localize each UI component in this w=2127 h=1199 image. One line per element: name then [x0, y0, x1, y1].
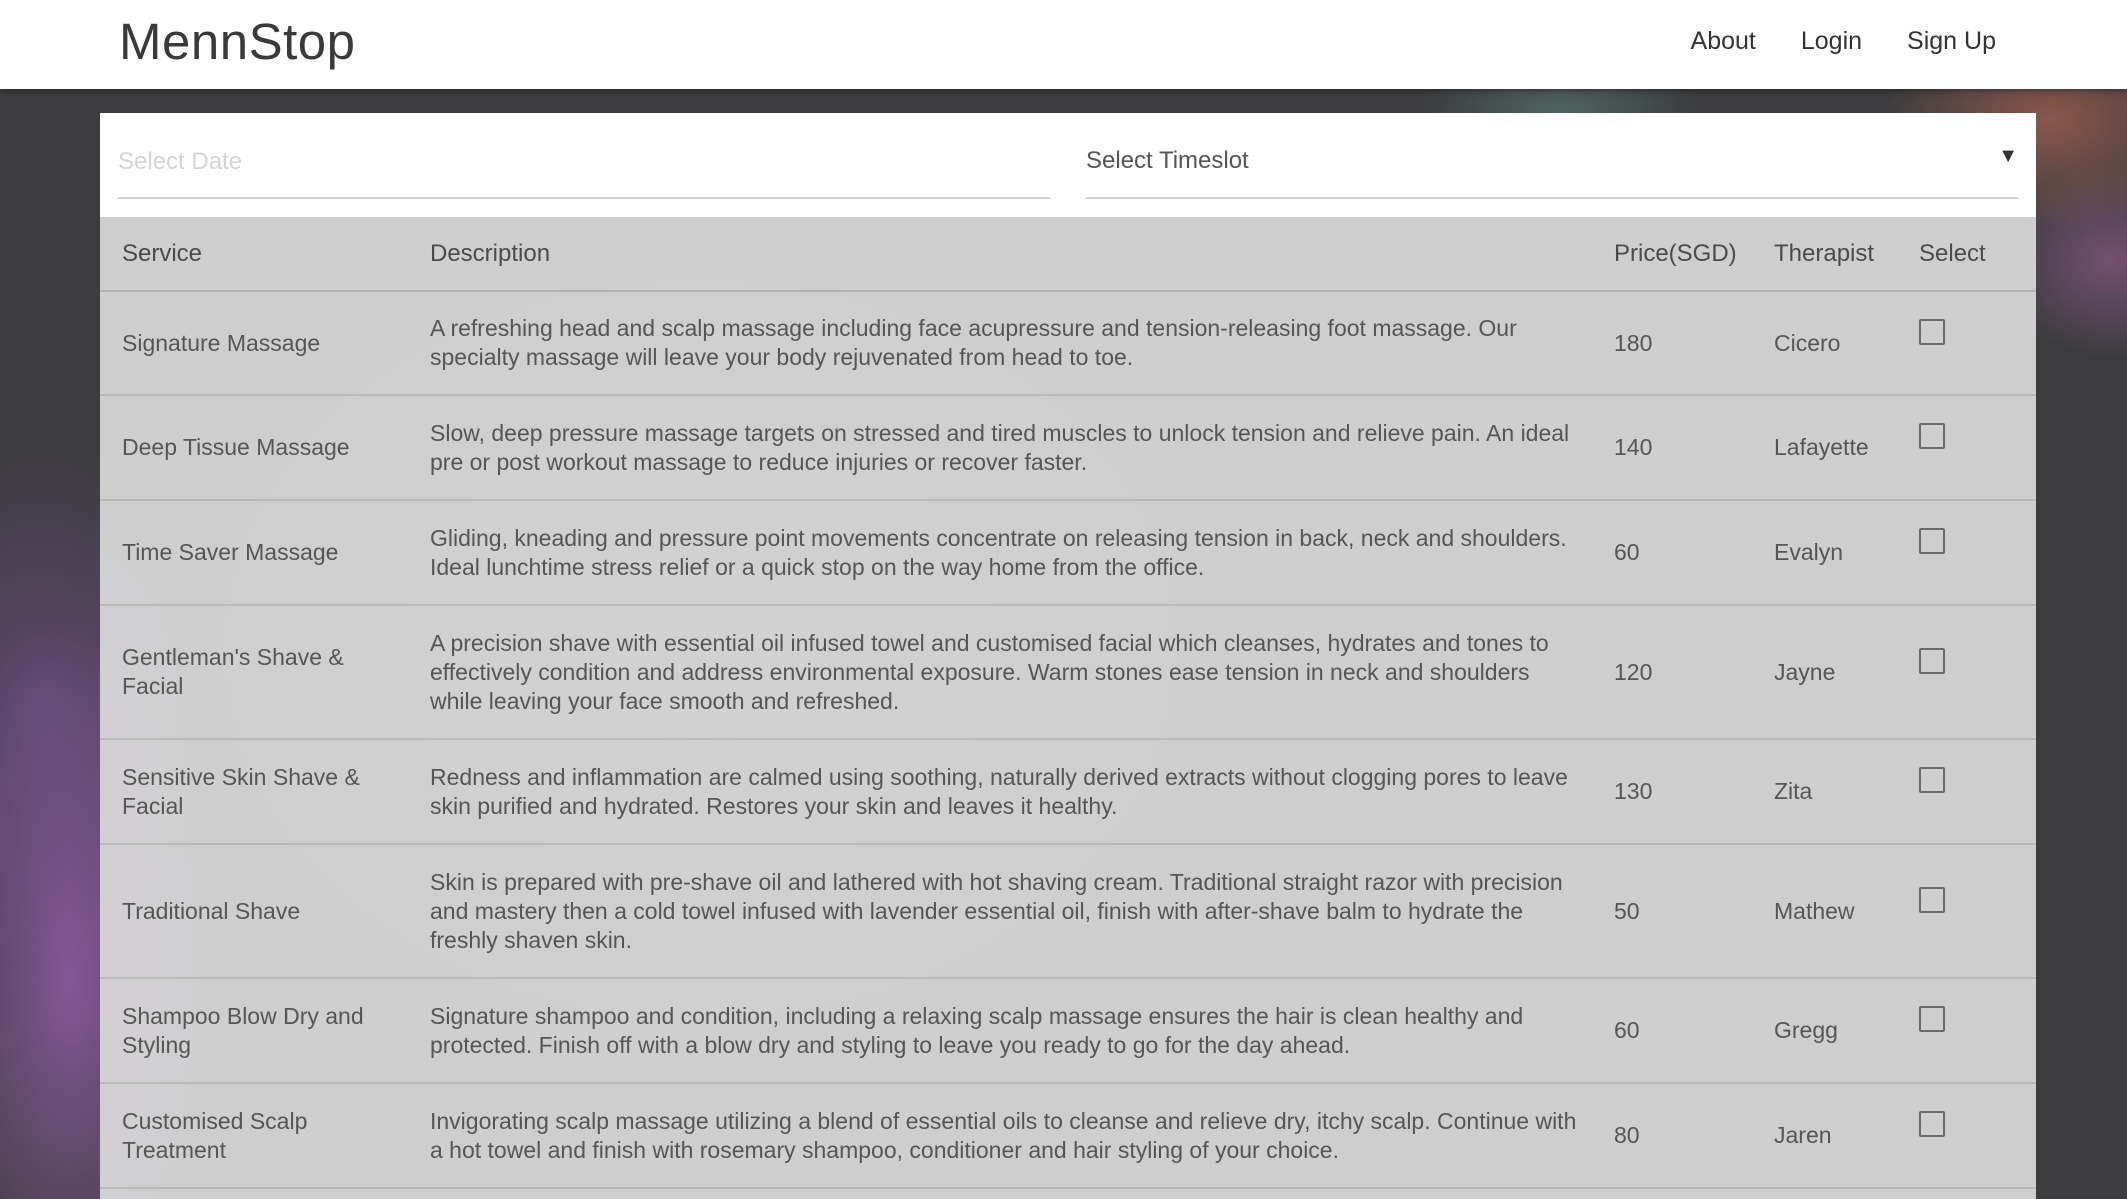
service-therapist: Zita: [1774, 739, 1919, 845]
dropdown-caret-icon: ▼: [1998, 145, 2018, 167]
service-name: Shampoo Blow Dry and Styling: [100, 978, 430, 1084]
services-table-body: Signature Massage A refreshing head and …: [100, 291, 2036, 1189]
column-header-select: Select: [1919, 217, 2036, 292]
select-checkbox[interactable]: [1919, 528, 1945, 554]
service-description: Redness and inflammation are calmed usin…: [430, 739, 1614, 845]
service-name: Signature Massage: [100, 291, 430, 396]
service-therapist: Jayne: [1774, 605, 1919, 740]
service-description: Signature shampoo and condition, includi…: [430, 978, 1614, 1084]
service-price: 180: [1614, 291, 1774, 396]
service-name: Traditional Shave: [100, 844, 430, 979]
service-description: A refreshing head and scalp massage incl…: [430, 291, 1614, 396]
service-name: Deep Tissue Massage: [100, 395, 430, 501]
service-description: Invigorating scalp massage utilizing a b…: [430, 1083, 1614, 1189]
table-row: Time Saver Massage Gliding, kneading and…: [100, 500, 2036, 606]
select-cell: [1919, 739, 2036, 845]
service-name: Customised Scalp Treatment: [100, 1083, 430, 1189]
service-therapist: Lafayette: [1774, 395, 1919, 501]
column-header-description: Description: [430, 217, 1614, 292]
column-header-price: Price(SGD): [1614, 217, 1774, 292]
select-checkbox[interactable]: [1919, 1111, 1945, 1137]
select-checkbox[interactable]: [1919, 1006, 1945, 1032]
nav-signup-link[interactable]: Sign Up: [1907, 27, 1996, 56]
select-cell: [1919, 291, 2036, 396]
select-cell: [1919, 500, 2036, 606]
service-therapist: Evalyn: [1774, 500, 1919, 606]
select-cell: [1919, 844, 2036, 979]
service-price: 130: [1614, 739, 1774, 845]
select-cell: [1919, 605, 2036, 740]
service-price: 50: [1614, 844, 1774, 979]
column-header-therapist: Therapist: [1774, 217, 1919, 292]
nav-about-link[interactable]: About: [1691, 27, 1756, 56]
services-table-container: Service Description Price(SGD) Therapist…: [100, 217, 2036, 1199]
service-name: Gentleman's Shave & Facial: [100, 605, 430, 740]
brand-logo[interactable]: MennStop: [119, 12, 356, 71]
select-checkbox[interactable]: [1919, 423, 1945, 449]
service-description: Skin is prepared with pre-shave oil and …: [430, 844, 1614, 979]
select-cell: [1919, 1083, 2036, 1189]
select-checkbox[interactable]: [1919, 886, 1945, 913]
service-therapist: Gregg: [1774, 978, 1919, 1084]
column-header-service: Service: [100, 217, 430, 292]
nav-login-link[interactable]: Login: [1801, 27, 1862, 56]
service-therapist: Cicero: [1774, 291, 1919, 396]
service-price: 60: [1614, 978, 1774, 1084]
select-checkbox[interactable]: [1919, 318, 1945, 345]
table-row: Sensitive Skin Shave & Facial Redness an…: [100, 739, 2036, 845]
booking-card: Select Timeslot ▼ Service Description Pr…: [100, 113, 2036, 1199]
service-price: 60: [1614, 500, 1774, 606]
service-price: 120: [1614, 605, 1774, 740]
table-row: Gentleman's Shave & Facial A precision s…: [100, 605, 2036, 740]
table-row: Signature Massage A refreshing head and …: [100, 291, 2036, 396]
service-therapist: Jaren: [1774, 1083, 1919, 1189]
service-price: 140: [1614, 395, 1774, 501]
table-header-row: Service Description Price(SGD) Therapist…: [100, 217, 2036, 292]
service-therapist: Mathew: [1774, 844, 1919, 979]
table-row: Traditional Shave Skin is prepared with …: [100, 844, 2036, 979]
booking-filters: Select Timeslot ▼: [100, 113, 2036, 217]
service-name: Time Saver Massage: [100, 500, 430, 606]
service-description: A precision shave with essential oil inf…: [430, 605, 1614, 740]
services-table: Service Description Price(SGD) Therapist…: [100, 217, 2036, 1189]
select-cell: [1919, 395, 2036, 501]
select-checkbox[interactable]: [1919, 767, 1945, 793]
top-navbar: MennStop About Login Sign Up: [0, 0, 2127, 89]
table-row: Customised Scalp Treatment Invigorating …: [100, 1083, 2036, 1189]
service-description: Slow, deep pressure massage targets on s…: [430, 395, 1614, 501]
service-price: 80: [1614, 1083, 1774, 1189]
table-row: Shampoo Blow Dry and Styling Signature s…: [100, 978, 2036, 1084]
timeslot-select[interactable]: Select Timeslot ▼: [1086, 127, 2018, 199]
service-name: Sensitive Skin Shave & Facial: [100, 739, 430, 845]
date-picker-input[interactable]: [118, 127, 1050, 199]
select-checkbox[interactable]: [1919, 647, 1945, 674]
table-row: Deep Tissue Massage Slow, deep pressure …: [100, 395, 2036, 501]
select-cell: [1919, 978, 2036, 1084]
service-description: Gliding, kneading and pressure point mov…: [430, 500, 1614, 606]
nav-links: About Login Sign Up: [1691, 27, 1996, 56]
timeslot-select-label: Select Timeslot: [1086, 147, 1249, 174]
